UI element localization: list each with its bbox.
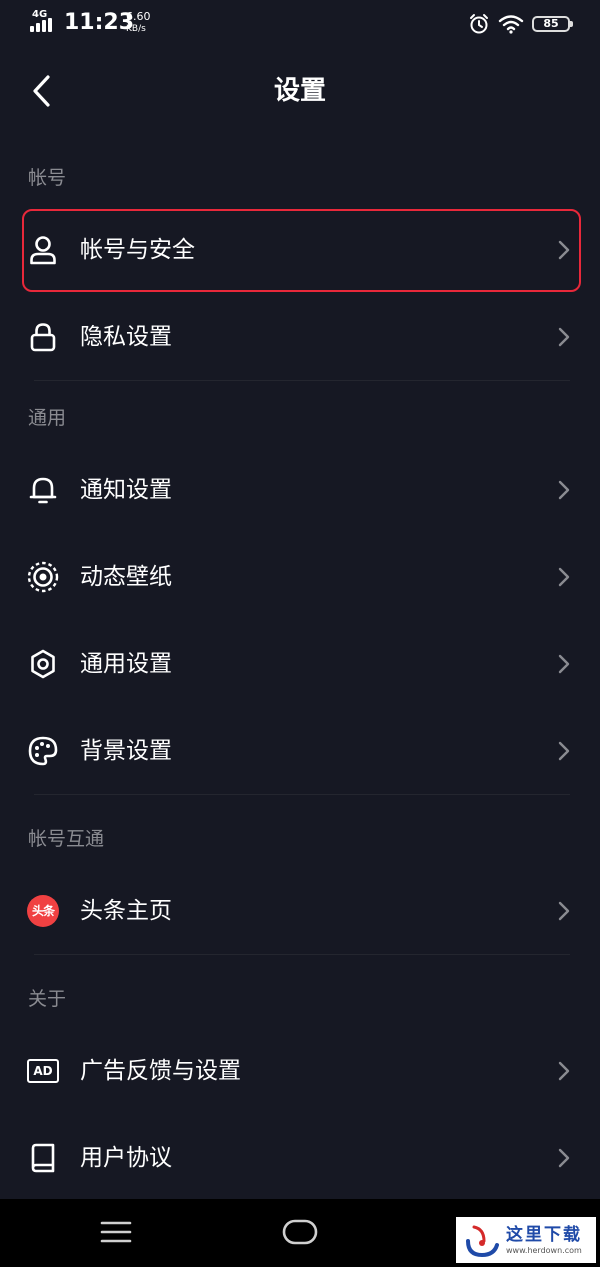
toutiao-logo-text: 头条 [27,894,59,927]
palette-icon [26,734,60,768]
network-speed-value: 6.60 [126,10,151,23]
wifi-icon [498,15,524,34]
user-icon [26,233,60,267]
chevron-right-icon [556,1060,572,1082]
item-label: 广告反馈与设置 [80,1057,241,1084]
item-general-settings[interactable]: 通用设置 [0,620,600,707]
page-title: 设置 [273,76,326,106]
item-user-agreement[interactable]: 用户协议 [0,1114,600,1201]
item-label: 用户协议 [80,1144,172,1171]
item-label: 隐私设置 [80,323,172,350]
header: 设置 [0,60,600,122]
item-label: 通用设置 [80,650,172,677]
chevron-right-icon [556,740,572,762]
item-background-settings[interactable]: 背景设置 [0,707,600,794]
chevron-right-icon [556,479,572,501]
chevron-right-icon [556,239,572,261]
item-label: 动态壁纸 [80,563,172,590]
item-label: 通知设置 [80,476,172,503]
nav-home-button[interactable] [282,1217,318,1247]
section-title-about: 关于 [28,988,67,1010]
divider [34,954,570,955]
chevron-right-icon [556,1147,572,1169]
menu-icon [100,1221,132,1243]
toutiao-logo-icon: 头条 [26,894,60,928]
chevron-right-icon [556,653,572,675]
item-privacy-settings[interactable]: 隐私设置 [0,293,600,380]
battery-level: 85 [543,17,559,30]
battery-icon: 85 [532,16,573,32]
item-label: 背景设置 [80,737,172,764]
network-speed-unit: KB/s [126,24,146,34]
divider [34,380,570,381]
ad-icon-text: AD [33,1063,53,1078]
nav-menu-button[interactable] [100,1219,132,1245]
divider [34,794,570,795]
chevron-left-icon [33,75,50,107]
item-label: 头条主页 [80,897,172,924]
live-wallpaper-icon [26,560,60,594]
signal-icon: 4G [30,10,60,32]
ad-icon: AD [26,1054,60,1088]
status-bar: 4G 11:23 6.60 KB/s 85 [0,0,600,46]
chevron-right-icon [556,900,572,922]
item-ad-feedback[interactable]: AD 广告反馈与设置 [0,1027,600,1114]
home-icon [282,1219,318,1245]
section-title-account-link: 帐号互通 [28,828,105,850]
status-time: 11:23 [64,10,135,35]
chevron-right-icon [556,326,572,348]
system-nav-bar: 这里下载 www.herdown.com [0,1199,600,1267]
back-button[interactable] [18,68,64,114]
section-title-general: 通用 [28,407,67,429]
chevron-right-icon [556,566,572,588]
status-right: 85 [468,12,573,36]
alarm-icon [470,14,488,34]
watermark-url: www.herdown.com [506,1246,582,1255]
ad-icon-box: AD [27,1058,59,1083]
item-account-security[interactable]: 帐号与安全 [0,206,600,293]
watermark-logo-icon [466,1225,499,1258]
settings-screen: 4G 11:23 6.60 KB/s 85 设置 帐号 帐号与安全 隐私设置 通… [0,0,600,1267]
settings-list: 帐号 帐号与安全 隐私设置 通用 通知设置 动态壁纸 通用设置 背景设置 帐号互… [0,150,600,1201]
watermark: 这里下载 www.herdown.com [456,1217,596,1263]
book-icon [26,1141,60,1175]
item-toutiao-homepage[interactable]: 头条 头条主页 [0,867,600,954]
bell-icon [26,473,60,507]
section-title-account: 帐号 [28,167,67,189]
gear-icon [26,647,60,681]
item-label: 帐号与安全 [80,236,195,263]
item-live-wallpaper[interactable]: 动态壁纸 [0,533,600,620]
item-notification-settings[interactable]: 通知设置 [0,446,600,533]
watermark-text: 这里下载 [506,1225,582,1245]
lock-icon [26,320,60,354]
network-speed: 6.60 KB/s [126,11,151,35]
